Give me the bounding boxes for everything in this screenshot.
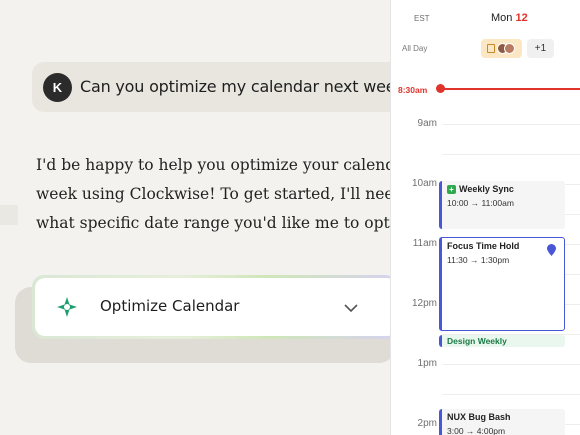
- calendar-panel: EST Mon 12 All Day +1 8am 9am 10am 11am …: [390, 0, 580, 435]
- assistant-message: I'd be happy to help you optimize your c…: [36, 151, 396, 238]
- attendee-avatar: [504, 43, 515, 54]
- assistant-line: week using Clockwise! To get started, I'…: [36, 185, 396, 203]
- day-header[interactable]: Mon 12: [491, 12, 528, 24]
- timezone-label: EST: [414, 14, 430, 23]
- event-title: Design Weekly: [447, 336, 507, 346]
- event-nux-bug-bash[interactable]: NUX Bug Bash 3:00 → 4:00pm: [439, 409, 565, 435]
- all-day-label: All Day: [402, 44, 428, 53]
- event-title-row: + Weekly Sync: [447, 184, 560, 195]
- event-time: 11:30 → 1:30pm: [447, 255, 510, 265]
- hour-gridline: [443, 364, 580, 365]
- event-title: NUX Bug Bash: [447, 412, 511, 422]
- half-hour-gridline: [443, 154, 580, 155]
- half-hour-gridline: [443, 394, 580, 395]
- optimize-calendar-label: Optimize Calendar: [100, 297, 240, 315]
- calendar-icon: [487, 44, 495, 53]
- calendar-header: EST Mon 12 All Day +1: [391, 0, 580, 70]
- hour-label: 10am: [411, 178, 437, 189]
- event-focus-time-hold[interactable]: Focus Time Hold 11:30 → 1:30pm: [439, 237, 565, 331]
- hour-label: 2pm: [417, 418, 437, 429]
- event-title: Weekly Sync: [459, 184, 514, 194]
- hour-label: 12pm: [411, 298, 437, 309]
- event-weekly-sync[interactable]: + Weekly Sync 10:00 → 11:00am: [439, 181, 565, 229]
- hour-label: 1pm: [417, 358, 437, 369]
- event-design-weekly[interactable]: Design Weekly: [439, 335, 565, 347]
- all-day-event-chip[interactable]: [481, 39, 522, 58]
- hour-label: 9am: [417, 118, 437, 129]
- day-number: 12: [515, 12, 528, 24]
- event-time: 3:00 → 4:00pm: [447, 426, 506, 435]
- current-time-label: 8:30am: [398, 85, 428, 95]
- sync-plus-icon: +: [447, 185, 456, 195]
- hour-gridline: [443, 124, 580, 125]
- current-time-line: [441, 88, 580, 90]
- all-day-more-button[interactable]: +1: [527, 39, 554, 58]
- hour-label: 11am: [412, 238, 437, 249]
- chevron-down-icon[interactable]: [343, 302, 359, 314]
- event-time: 10:00 → 11:00am: [447, 198, 514, 209]
- left-edge-strip: [0, 205, 18, 225]
- event-title: Focus Time Hold: [447, 241, 520, 251]
- user-message-text: Can you optimize my calendar next week?: [80, 77, 413, 96]
- assistant-line: what specific date range you'd like me t…: [36, 214, 396, 232]
- location-pin-icon: [547, 244, 556, 256]
- assistant-line: I'd be happy to help you optimize your c…: [36, 156, 396, 174]
- clockwise-logo-icon: [57, 297, 77, 317]
- day-name: Mon: [491, 12, 513, 24]
- user-avatar: K: [43, 73, 72, 102]
